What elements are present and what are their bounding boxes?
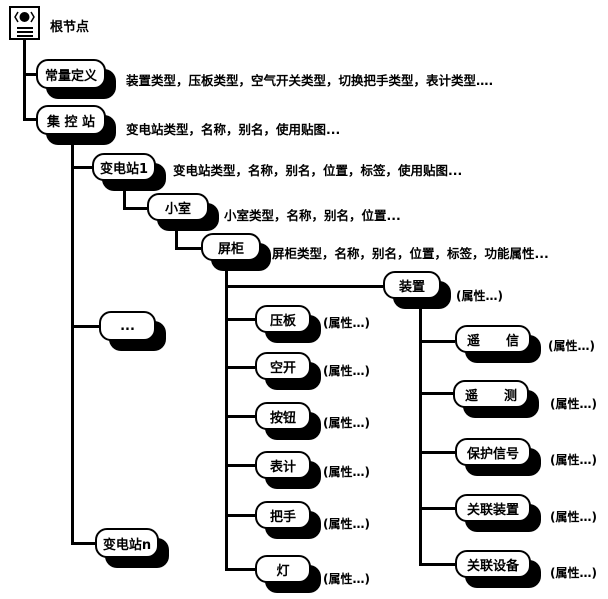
connector	[419, 507, 455, 510]
node-press-plate[interactable]: 压板	[255, 305, 321, 343]
node-air-switch[interactable]: 空开	[255, 352, 321, 390]
connector	[225, 366, 255, 369]
node-cabinet[interactable]: 屏柜	[201, 233, 271, 271]
root-node-icon	[9, 6, 40, 40]
node-button[interactable]: 按钮	[255, 402, 321, 440]
connector	[123, 207, 147, 210]
air-switch-attr: (属性…)	[323, 364, 370, 378]
connector	[419, 563, 455, 566]
connector	[419, 305, 422, 566]
root-node-label: 根节点	[50, 20, 90, 35]
connector	[225, 318, 255, 321]
connector	[71, 140, 74, 544]
remote-measure-attr: (属性…)	[550, 397, 597, 411]
device-attr: (属性…)	[456, 289, 503, 303]
linked-device-attr: (属性…)	[550, 510, 597, 524]
connector	[419, 340, 455, 343]
connector	[23, 40, 26, 120]
node-device[interactable]: 装置	[383, 271, 451, 309]
node-substation-n[interactable]: 变电站n	[95, 528, 169, 568]
linked-equipment-attr: (属性…)	[550, 566, 597, 580]
node-remote-measure[interactable]: 遥 测	[453, 380, 539, 418]
node-substation-1[interactable]: 变电站1	[92, 153, 166, 191]
connector	[225, 568, 255, 571]
remote-signal-attr: (属性…)	[548, 339, 595, 353]
connector	[225, 464, 255, 467]
master-station-desc: 变电站类型，名称，别名，使用贴图...	[126, 122, 341, 137]
node-lamp[interactable]: 灯	[255, 555, 321, 593]
handle-attr: (属性…)	[323, 517, 370, 531]
room-desc: 小室类型，名称，别名，位置...	[224, 208, 401, 223]
connector	[23, 118, 37, 121]
node-handle[interactable]: 把手	[255, 501, 321, 539]
node-constants[interactable]: 常量定义	[36, 59, 116, 99]
node-linked-device[interactable]: 关联装置	[455, 494, 541, 532]
connector	[23, 73, 37, 76]
node-remote-signal[interactable]: 遥 信	[455, 325, 541, 363]
node-room[interactable]: 小室	[147, 193, 219, 231]
substation-1-desc: 变电站类型，名称，别名，位置，标签，使用贴图...	[173, 163, 463, 178]
node-meter[interactable]: 表计	[255, 451, 321, 489]
connector	[225, 415, 255, 418]
connector	[175, 247, 201, 250]
node-master-station[interactable]: 集 控 站	[36, 105, 116, 145]
connector	[71, 325, 99, 328]
connector	[225, 514, 255, 517]
connector	[225, 285, 383, 288]
button-attr: (属性…)	[323, 416, 370, 430]
connector	[419, 392, 453, 395]
protection-signal-attr: (属性…)	[550, 453, 597, 467]
eye-icon	[14, 11, 35, 23]
lamp-attr: (属性…)	[323, 572, 370, 586]
constants-desc: 装置类型，压板类型，空气开关类型，切换把手类型，表计类型….	[126, 73, 494, 88]
connector	[225, 268, 228, 571]
connector	[71, 166, 93, 169]
connector	[71, 542, 95, 545]
cabinet-desc: 屏柜类型，名称，别名，位置，标签，功能属性...	[272, 246, 549, 261]
connector	[419, 451, 455, 454]
meter-attr: (属性…)	[323, 465, 370, 479]
press-plate-attr: (属性…)	[323, 316, 370, 330]
node-protection-signal[interactable]: 保护信号	[455, 438, 541, 476]
node-linked-equipment[interactable]: 关联设备	[455, 550, 541, 588]
node-ellipsis[interactable]: ...	[99, 311, 166, 351]
